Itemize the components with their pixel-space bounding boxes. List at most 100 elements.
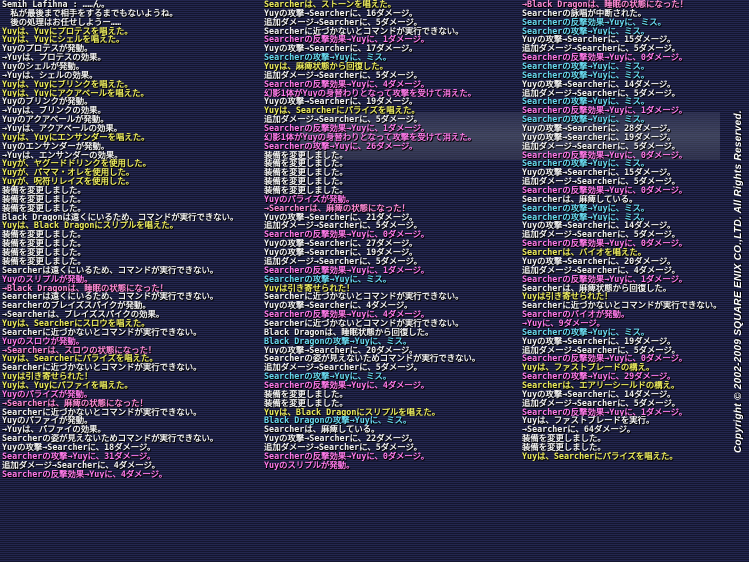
chat-log-line: 追加ダメージ→Searcherに、5ダメージ。 (264, 363, 422, 373)
chat-log-line: Yuyの攻撃→Searcherに、20ダメージ。 (522, 256, 676, 266)
chat-log-line: →Yuyは、プロテスの効果。 (2, 53, 106, 63)
chat-log-line: 追加ダメージ→Searcherに、5ダメージ。 (264, 221, 422, 231)
chat-log-line: Yuyのスリプルが発動。 (2, 274, 93, 284)
chat-log-line: Searcherは遠くにいるため、コマンドが実行できない。 (2, 265, 219, 275)
chat-log-line: Yuyの攻撃→Searcherに、4ダメージ。 (264, 301, 413, 311)
chat-log-line: →Yuyは、シェルの効果。 (2, 70, 98, 80)
chat-log-line: Searcherの攻撃→Yuyに、ミス。 (522, 327, 650, 337)
chat-log-line: Searcherの攻撃→Yuyに、ミス。 (522, 70, 650, 80)
chat-log-line: 幻影1体がYuyの身替わりとなって攻撃を受けて消えた。 (264, 132, 477, 142)
chat-log-line: 追加ダメージ→Searcherに、5ダメージ。 (522, 398, 680, 408)
chat-log-line: Yuyの攻撃→Searcherに、17ダメージ。 (264, 44, 418, 54)
chat-log-line: Yuyのスロウが発動。 (2, 336, 85, 346)
chat-log-line: Searcherの攻撃→Yuyに、ミス。 (522, 26, 650, 36)
chat-log-line: 追加ダメージ→Searcherに、5ダメージ。 (264, 17, 422, 27)
chat-log-line: 追加ダメージ→Searcherに、5ダメージ。 (522, 345, 680, 355)
chat-log-line: Searcherに近づかないとコマンドが実行できない。 (2, 327, 202, 337)
chat-log-line: Yuyの攻撃→Searcherに、21ダメージ。 (264, 212, 418, 222)
chat-log-line: Searcherは、麻痺している。 (264, 425, 380, 435)
chat-log-column-1: Semih Lafihna : ……ん。 私が最後まで相手をするまでもないようね… (2, 0, 260, 562)
chat-log-line: Searcherは、バイオを唱えた。 (522, 248, 647, 257)
copyright-notice: Copyright © 2002-2009 SQUARE ENIX CO.,LT… (730, 0, 746, 562)
chat-log-line: Searcherの姿が見えないためコマンドが実行できない。 (2, 434, 219, 443)
chat-log-line: →Black Dragonは、睡眠の状態になった！ (2, 283, 169, 293)
chat-log-line: 装備を変更しました。 (264, 150, 348, 160)
chat-log-line: 追加ダメージ→Searcherに、5ダメージ。 (264, 70, 422, 80)
chat-log-line: Yuyは、Yuyにパファイを唱えた。 (2, 380, 133, 390)
chat-log-line: Searcherに近づかないとコマンドが実行できない。 (2, 407, 202, 417)
chat-log-line: Searcherの攻撃→Yuyに、ミス。 (522, 203, 650, 213)
chat-log-line: Yuyは引き寄せられた！ (264, 283, 355, 293)
chat-log-line: 装備を変更しました。 (2, 256, 86, 266)
chat-log-line: Searcherに近づかないとコマンドが実行できない。 (522, 301, 722, 311)
chat-log-line: Searcherのブレイズスパイクが発動。 (2, 301, 151, 311)
chat-log-line: Yuyのパライズが発動。 (2, 389, 93, 399)
chat-log-line: Searcherは、ストーンを唱えた。 (264, 0, 397, 9)
chat-log-line: Yuyは、Black Dragonにスリプルを唱えた。 (2, 221, 179, 231)
chat-log-line: 追加ダメージ→Searcherに、5ダメージ。 (522, 177, 680, 187)
chat-log-line: 追加ダメージ→Searcherに、5ダメージ。 (264, 442, 422, 452)
chat-log-line: Yuyの攻撃→Searcherに、15ダメージ。 (522, 168, 676, 178)
chat-log-line: Searcherの反撃効果→Yuyに、0ダメージ。 (522, 354, 688, 364)
chat-log-column-3: →Black Dragonは、睡眠の状態になった！ Searcherの詠唱が中断さ… (522, 0, 734, 562)
chat-log-line: Searcherの攻撃→Yuyに、ミス。 (522, 212, 650, 222)
chat-log-line: Yuyは、Searcherにパライズを唱えた。 (2, 354, 158, 364)
chat-log-line: 装備を変更しました。 (2, 194, 86, 204)
chat-log-line: Yuyは、Searcherにスロウを唱えた。 (2, 318, 150, 328)
chat-log-line: Searcherに近づかないとコマンドが実行できない。 (264, 26, 464, 36)
chat-log-line: →Yuyに、9ダメージ。 (522, 318, 605, 328)
chat-log-line: Black Dragonの攻撃→Yuyに、ミス。 (264, 416, 412, 426)
chat-log-line: Searcherは、麻痺状態から回復した。 (522, 283, 672, 293)
chat-log-line: Searcherの反撃効果→Yuyに、4ダメージ。 (264, 380, 430, 390)
chat-log-line: Searcherの攻撃→Yuyに、ミス。 (522, 159, 650, 169)
chat-log-line: →Searcherは、麻痺の状態になった！ (264, 203, 410, 213)
chat-log-line: →Searcherに、64ダメージ。 (522, 425, 636, 435)
chat-log-line: Yuyが、パママ・オレを使用した。 (2, 168, 135, 178)
chat-log-line: Searcherの反撃効果→Yuyに、0ダメージ。 (264, 451, 430, 461)
chat-log-line: Yuyは、ファストブレードを実行。 (522, 416, 655, 426)
chat-log-line: Searcherの反撃効果→Yuyに、0ダメージ。 (522, 53, 688, 63)
chat-log-line: 装備を変更しました。 (2, 203, 86, 213)
chat-log-line: Yuyのシェルが発動。 (2, 62, 85, 71)
chat-log-line: →Searcherは、麻痺の状態になった！ (2, 398, 148, 408)
chat-log-line: Yuyの攻撃→Searcherに、19ダメージ。 (522, 132, 676, 142)
copyright-text: Copyright © 2002-2009 SQUARE ENIX CO.,LT… (732, 109, 744, 453)
chat-log-line: Yuyの攻撃→Searcherに、28ダメージ。 (522, 124, 676, 133)
chat-log-line: 装備を変更しました。 (264, 159, 348, 169)
chat-log-line: Searcherの反撃効果→Yuyに、4ダメージ。 (2, 469, 168, 479)
chat-log-line: Searcherの反撃効果→Yuyに、1ダメージ。 (264, 124, 430, 133)
chat-log-line: Yuyは、Yuyにシェルを唱えた。 (2, 35, 125, 45)
chat-log-line: Yuyの攻撃→Searcherに、14ダメージ。 (522, 221, 676, 231)
chat-log-line: →Yuyは、ブリンクの効果。 (2, 106, 106, 116)
chat-log-line: Searcherの反撃効果→Yuyに、4ダメージ。 (264, 79, 430, 89)
chat-log-line: 追加ダメージ→Searcherに、4ダメージ。 (522, 265, 680, 275)
chat-log-line: Yuyは引き寄せられた！ (522, 292, 613, 302)
chat-log-line: Searcherの反撃効果→Yuyに、1ダメージ。 (522, 106, 688, 116)
chat-log-line: Yuyは、Yuyにプロテスを唱えた。 (2, 26, 133, 36)
chat-log-line: →Yuyは、エンサンダーの効果。 (2, 150, 123, 160)
chat-log-line: 私が最後まで相手をするまでもないようね。 (2, 8, 178, 18)
chat-log-line: Searcherの攻撃→Yuyに、26ダメージ。 (264, 141, 418, 151)
chat-log-line: Searcherの攻撃→Yuyに、ミス。 (264, 274, 392, 284)
chat-log-line: Searcherの攻撃→Yuyに、ミス。 (264, 53, 392, 63)
chat-log-line: 装備を変更しました。 (2, 186, 86, 195)
chat-log-line: Yuyは、Searcherにパライズを唱えた。 (522, 451, 678, 461)
chat-log-line: 装備を変更しました。 (522, 434, 606, 443)
chat-log-line: Searcherの姿が見えないためコマンドが実行できない。 (264, 354, 481, 364)
chat-log-line: Searcherの攻撃→Yuyに、31ダメージ。 (2, 451, 156, 461)
chat-log-line: 追加ダメージ→Searcherに、5ダメージ。 (522, 141, 680, 151)
chat-log-line: Yuyは、麻痺状態から回復した。 (264, 62, 389, 71)
chat-log-line: Searcherの攻撃→Yuyに、ミス。 (522, 97, 650, 107)
chat-log-line: Yuyの攻撃→Searcherに、27ダメージ。 (264, 239, 418, 249)
chat-log-line: Searcherに近づかないとコマンドが実行できない。 (264, 292, 464, 302)
chat-log-line: Semih Lafihna : ……ん。 (2, 0, 110, 9)
chat-log-line: Yuyの攻撃→Searcherに、18ダメージ。 (2, 442, 156, 452)
chat-log-line: Searcherは遠くにいるため、コマンドが実行できない。 (2, 292, 219, 302)
chat-log-line: 装備を変更しました。 (264, 389, 348, 399)
chat-log-line: 追加ダメージ→Searcherに、5ダメージ。 (522, 230, 680, 240)
chat-log-line: Yuyが、呪符リレイズを使用した。 (2, 177, 134, 187)
chat-log-line: Searcherの攻撃→Yuyに、29ダメージ。 (522, 372, 676, 381)
chat-log-line: Yuyの攻撃→Searcherに、19ダメージ。 (264, 248, 418, 257)
chat-log-line: 幻影1体がYuyの身替わりとなって攻撃を受けて消えた。 (264, 88, 477, 98)
chat-log-line: 装備を変更しました。 (264, 186, 348, 195)
